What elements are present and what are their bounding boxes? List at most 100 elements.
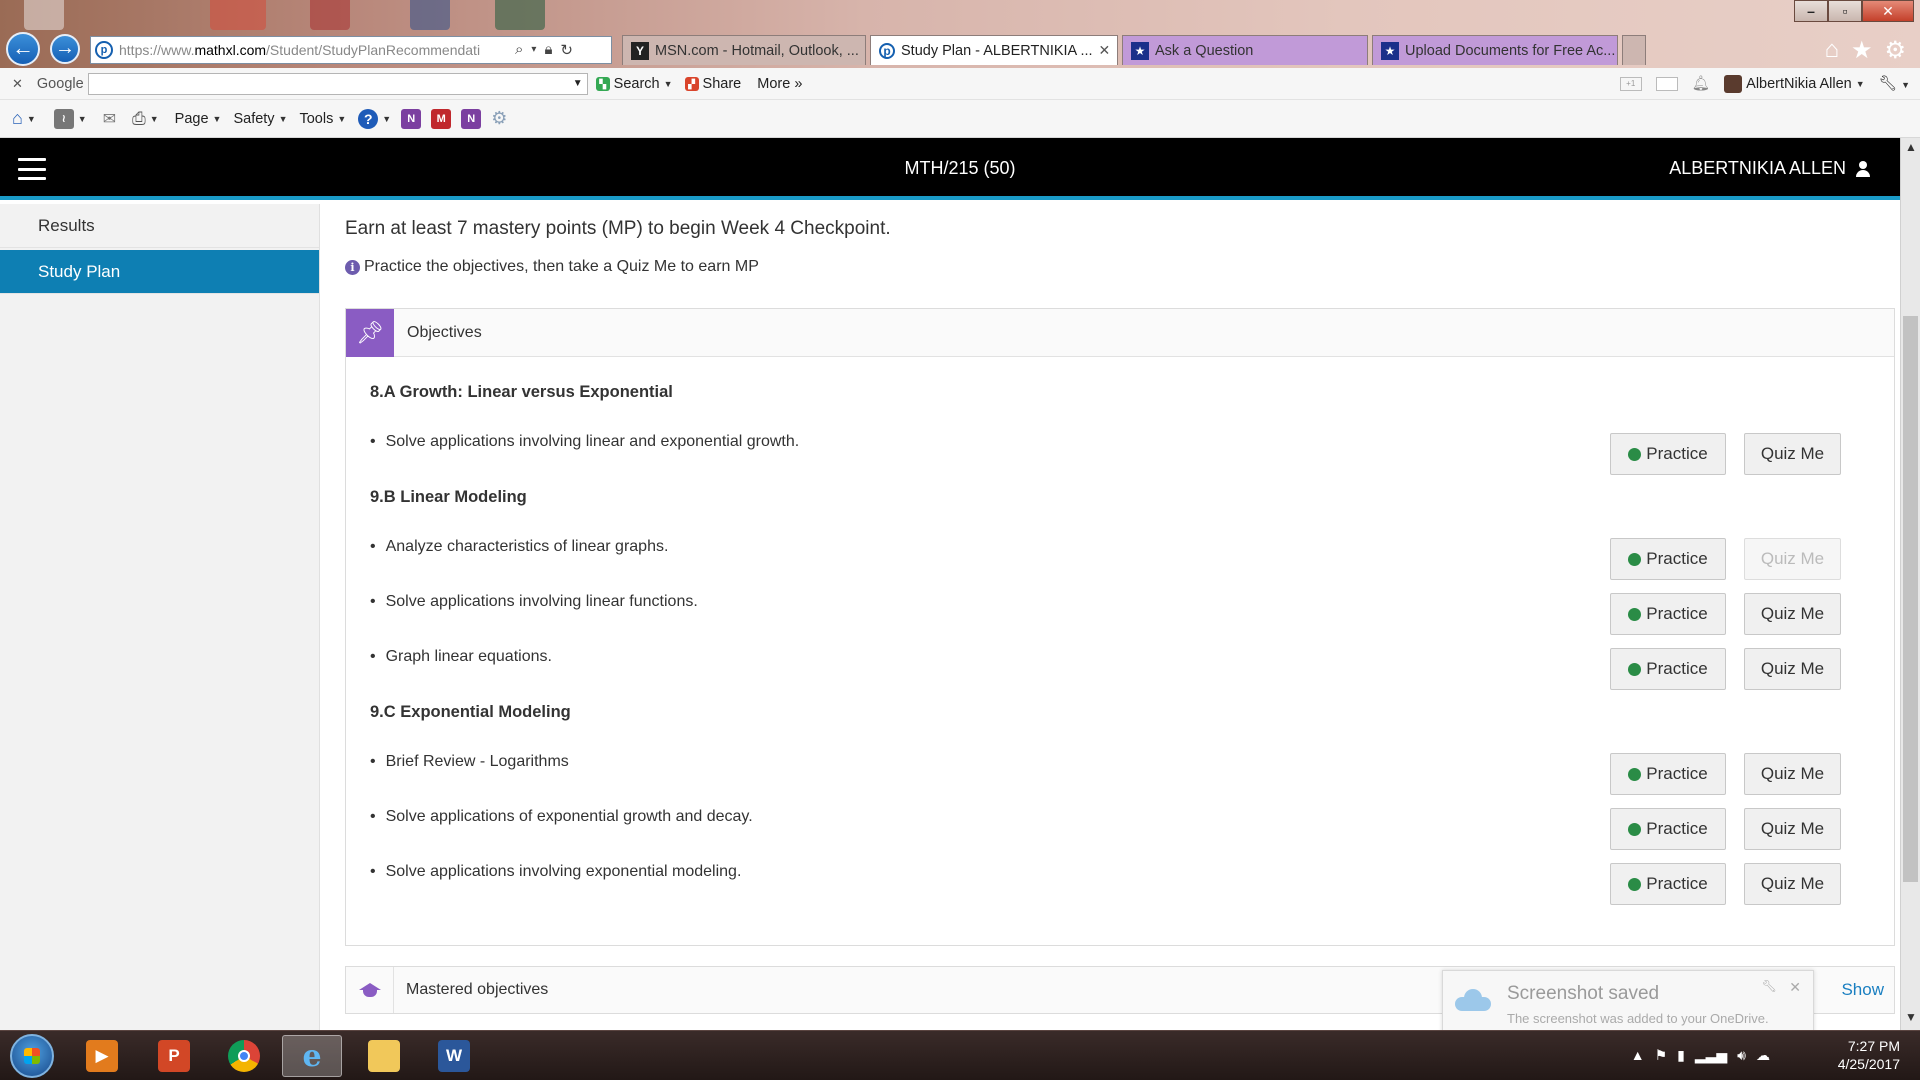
- forward-button[interactable]: →: [50, 34, 80, 64]
- wrench-icon[interactable]: 🔧︎ ▼: [1879, 75, 1910, 92]
- maximize-button[interactable]: ▫: [1828, 0, 1862, 22]
- scroll-down-icon[interactable]: ▼: [1901, 1010, 1920, 1028]
- network-signal-icon[interactable]: ▂▃▅: [1695, 1047, 1727, 1064]
- back-button[interactable]: ←: [6, 32, 40, 66]
- google-search-input[interactable]: ▼: [87, 72, 588, 95]
- home-icon[interactable]: ⌂: [1824, 36, 1839, 65]
- system-tray: ▲ ⚑ ▮ ▂▃▅ 🔊︎ ☁: [1631, 1047, 1770, 1064]
- tab-ask-question[interactable]: ★ Ask a Question: [1122, 35, 1368, 65]
- volume-icon[interactable]: 🔊︎: [1737, 1047, 1746, 1064]
- practice-button[interactable]: Practice: [1610, 538, 1726, 580]
- taskbar-internet-explorer[interactable]: e: [282, 1035, 342, 1077]
- mail-icon: ✉: [102, 110, 117, 128]
- refresh-icon[interactable]: ↻: [560, 41, 573, 59]
- toast-pin-icon[interactable]: 🔧︎: [1762, 979, 1777, 993]
- practice-button[interactable]: Practice: [1610, 863, 1726, 905]
- practice-button[interactable]: Practice: [1610, 433, 1726, 475]
- taskbar-chrome[interactable]: [214, 1035, 274, 1077]
- objective-text: • Solve applications involving exponentia…: [370, 863, 742, 880]
- account-menu[interactable]: AlbertNikia Allen ▼: [1724, 74, 1865, 93]
- share-button[interactable]: ▞ Share: [684, 76, 741, 92]
- more-button[interactable]: More »: [757, 76, 802, 92]
- quiz-me-button[interactable]: Quiz Me: [1744, 808, 1841, 850]
- caret-icon: ▼: [212, 113, 222, 124]
- address-bar[interactable]: p https://www.mathxl.com/Student/StudyPl…: [90, 36, 612, 64]
- lock-icon[interactable]: 🔒︎: [544, 41, 552, 59]
- close-toolbar-icon[interactable]: ✕: [12, 76, 23, 92]
- onenote-button[interactable]: N: [401, 108, 422, 129]
- taskbar-file-explorer[interactable]: [354, 1035, 414, 1077]
- internet-explorer-icon: e: [302, 1038, 322, 1074]
- scroll-up-icon[interactable]: ▲: [1901, 140, 1920, 158]
- browser-title-bar: – ▫ ✕ ← → p https://www.mathxl.com/Stude…: [0, 0, 1920, 68]
- objective-text: • Graph linear equations.: [370, 648, 552, 665]
- show-link[interactable]: Show: [1841, 980, 1884, 1000]
- google-search-button[interactable]: ▚ Search ▼: [595, 76, 673, 92]
- address-url[interactable]: https://www.mathxl.com/Student/StudyPlan…: [119, 42, 509, 58]
- onedrive-tray-icon[interactable]: ☁: [1756, 1047, 1770, 1064]
- new-tab-button[interactable]: [1622, 35, 1646, 65]
- taskbar-media-player[interactable]: ▶: [72, 1035, 132, 1077]
- read-mail-button[interactable]: ✉: [103, 109, 116, 129]
- star-favicon-icon: ★: [1131, 41, 1149, 60]
- favorites-star-icon[interactable]: ★: [1851, 36, 1873, 65]
- search-icon[interactable]: ⌕: [515, 41, 523, 59]
- gplus-icon[interactable]: +1: [1619, 76, 1642, 91]
- page-scrollbar[interactable]: ▲ ▼: [1900, 138, 1920, 1030]
- home-menu[interactable]: ⌂ ▼: [12, 108, 36, 129]
- addon-gear-button[interactable]: ⚙: [491, 108, 507, 129]
- sidebar-item-study-plan[interactable]: Study Plan: [0, 250, 319, 294]
- course-title: MTH/215 (50): [904, 158, 1016, 178]
- print-menu[interactable]: ⎙ ▼: [132, 109, 159, 129]
- desktop-ghost-icon: [24, 0, 64, 30]
- scroll-thumb[interactable]: [1903, 316, 1918, 882]
- minimize-button[interactable]: –: [1794, 0, 1828, 22]
- toolbar-box-icon[interactable]: [1655, 76, 1678, 91]
- tools-menu[interactable]: Tools ▼: [299, 111, 346, 127]
- tab-upload-documents[interactable]: ★ Upload Documents for Free Ac...: [1372, 35, 1618, 65]
- safety-menu[interactable]: Safety ▼: [233, 111, 287, 127]
- tab-close-icon[interactable]: ✕: [1093, 42, 1111, 59]
- show-hidden-icons-icon[interactable]: ▲: [1631, 1047, 1645, 1064]
- toast-close-icon[interactable]: ✕: [1789, 979, 1801, 996]
- caret-icon: ▼: [663, 78, 673, 89]
- help-menu[interactable]: ? ▼: [358, 108, 391, 129]
- notification-bell-icon[interactable]: 🔔︎: [1692, 75, 1710, 92]
- settings-gear-icon[interactable]: ⚙: [1884, 36, 1906, 65]
- tab-label: Upload Documents for Free Ac...: [1405, 42, 1616, 59]
- system-clock[interactable]: 7:27 PM 4/25/2017: [1838, 1037, 1900, 1073]
- close-window-button[interactable]: ✕: [1862, 0, 1914, 22]
- practice-button[interactable]: Practice: [1610, 593, 1726, 635]
- sidebar-item-results[interactable]: Results: [0, 204, 319, 248]
- practice-button[interactable]: Practice: [1610, 753, 1726, 795]
- user-menu[interactable]: ALBERTNIKIA ALLEN: [1669, 158, 1870, 179]
- quiz-me-button[interactable]: Quiz Me: [1744, 433, 1841, 475]
- taskbar-powerpoint[interactable]: P: [144, 1035, 204, 1077]
- practice-button[interactable]: Practice: [1610, 648, 1726, 690]
- battery-icon[interactable]: ▮: [1677, 1047, 1685, 1064]
- quiz-me-button[interactable]: Quiz Me: [1744, 648, 1841, 690]
- quiz-me-button[interactable]: Quiz Me: [1744, 593, 1841, 635]
- tab-study-plan[interactable]: p Study Plan - ALBERTNIKIA ... ✕: [870, 35, 1118, 65]
- start-button[interactable]: [10, 1034, 54, 1078]
- star-favicon-icon: ★: [1381, 41, 1399, 60]
- addon-shield-button[interactable]: M: [431, 108, 452, 129]
- page-menu[interactable]: Page ▼: [175, 111, 222, 127]
- quiz-me-button[interactable]: Quiz Me: [1744, 863, 1841, 905]
- toast-title: Screenshot saved: [1507, 983, 1660, 1004]
- chrome-icon: [228, 1040, 260, 1072]
- screenshot-toast[interactable]: Screenshot saved The screenshot was adde…: [1442, 970, 1814, 1036]
- status-dot-icon: [1628, 662, 1642, 676]
- taskbar-word[interactable]: W: [424, 1035, 484, 1077]
- flag-icon[interactable]: ⚑: [1655, 1047, 1668, 1064]
- feeds-menu[interactable]: ≀ ▼: [53, 108, 87, 129]
- tab-msn[interactable]: Y MSN.com - Hotmail, Outlook, ...: [622, 35, 866, 65]
- sidebar: Results Study Plan: [0, 204, 320, 1030]
- google-logo: Google: [36, 75, 84, 92]
- practice-button[interactable]: Practice: [1610, 808, 1726, 850]
- onenote-linked-button[interactable]: N: [461, 108, 482, 129]
- dropdown-icon[interactable]: ▾: [531, 41, 536, 59]
- caret-icon: ▼: [77, 113, 87, 124]
- quiz-me-button[interactable]: Quiz Me: [1744, 753, 1841, 795]
- mathxl-favicon-icon: p: [879, 42, 895, 59]
